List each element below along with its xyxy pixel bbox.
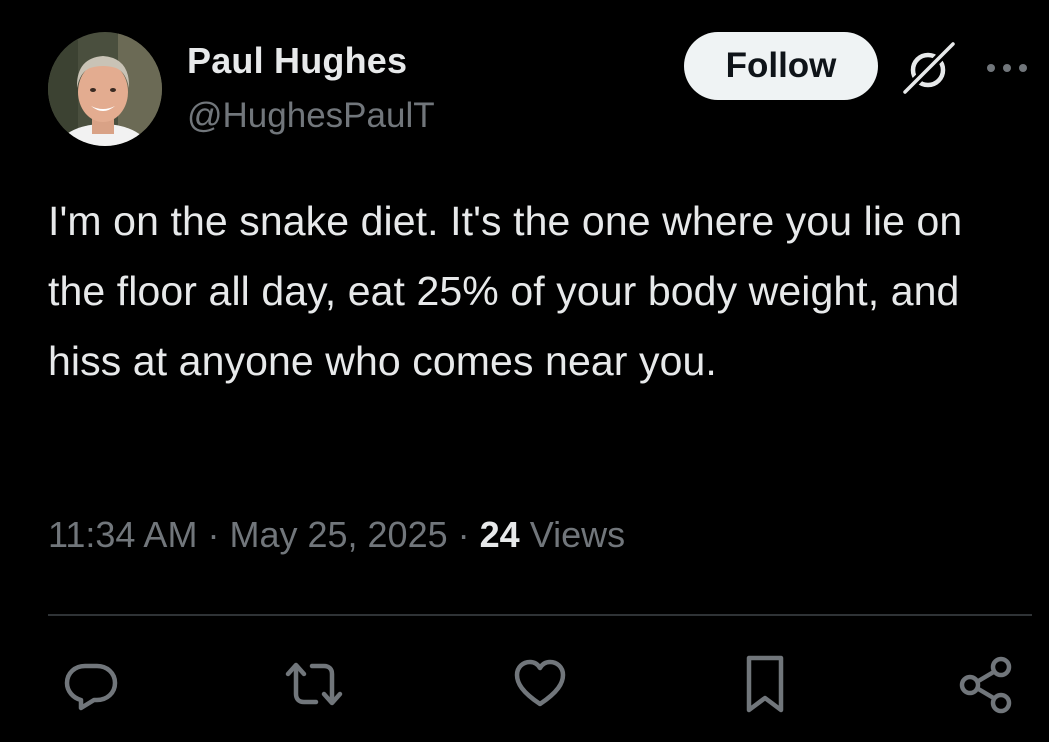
reply-button[interactable] xyxy=(59,652,123,716)
meta-separator: · xyxy=(457,514,470,555)
retweet-button[interactable] xyxy=(282,652,346,716)
retweet-icon xyxy=(285,662,343,706)
divider xyxy=(48,614,1032,616)
views-label: Views xyxy=(529,514,626,555)
grok-icon[interactable] xyxy=(899,40,959,96)
share-icon xyxy=(959,656,1012,714)
meta-separator: · xyxy=(207,514,220,555)
heart-icon xyxy=(514,659,566,707)
more-horizontal-icon[interactable] xyxy=(982,56,1032,80)
tweet-time[interactable]: 11:34 AM xyxy=(48,514,197,555)
views-count: 24 xyxy=(479,514,520,555)
avatar-image xyxy=(48,32,162,146)
bookmark-icon xyxy=(746,655,784,713)
avatar[interactable] xyxy=(48,32,162,146)
author-handle[interactable]: @HughesPaulT xyxy=(187,96,435,136)
share-button[interactable] xyxy=(955,652,1019,716)
bookmark-button[interactable] xyxy=(733,652,797,716)
tweet-date[interactable]: May 25, 2025 xyxy=(229,514,447,555)
reply-icon xyxy=(64,663,118,711)
follow-button[interactable]: Follow xyxy=(684,32,878,100)
tweet-meta: 11:34 AM · May 25, 2025 · 24 Views xyxy=(48,514,625,556)
like-button[interactable] xyxy=(508,652,572,716)
tweet-text: I'm on the snake diet. It's the one wher… xyxy=(48,198,963,384)
author-display-name[interactable]: Paul Hughes xyxy=(187,40,407,82)
